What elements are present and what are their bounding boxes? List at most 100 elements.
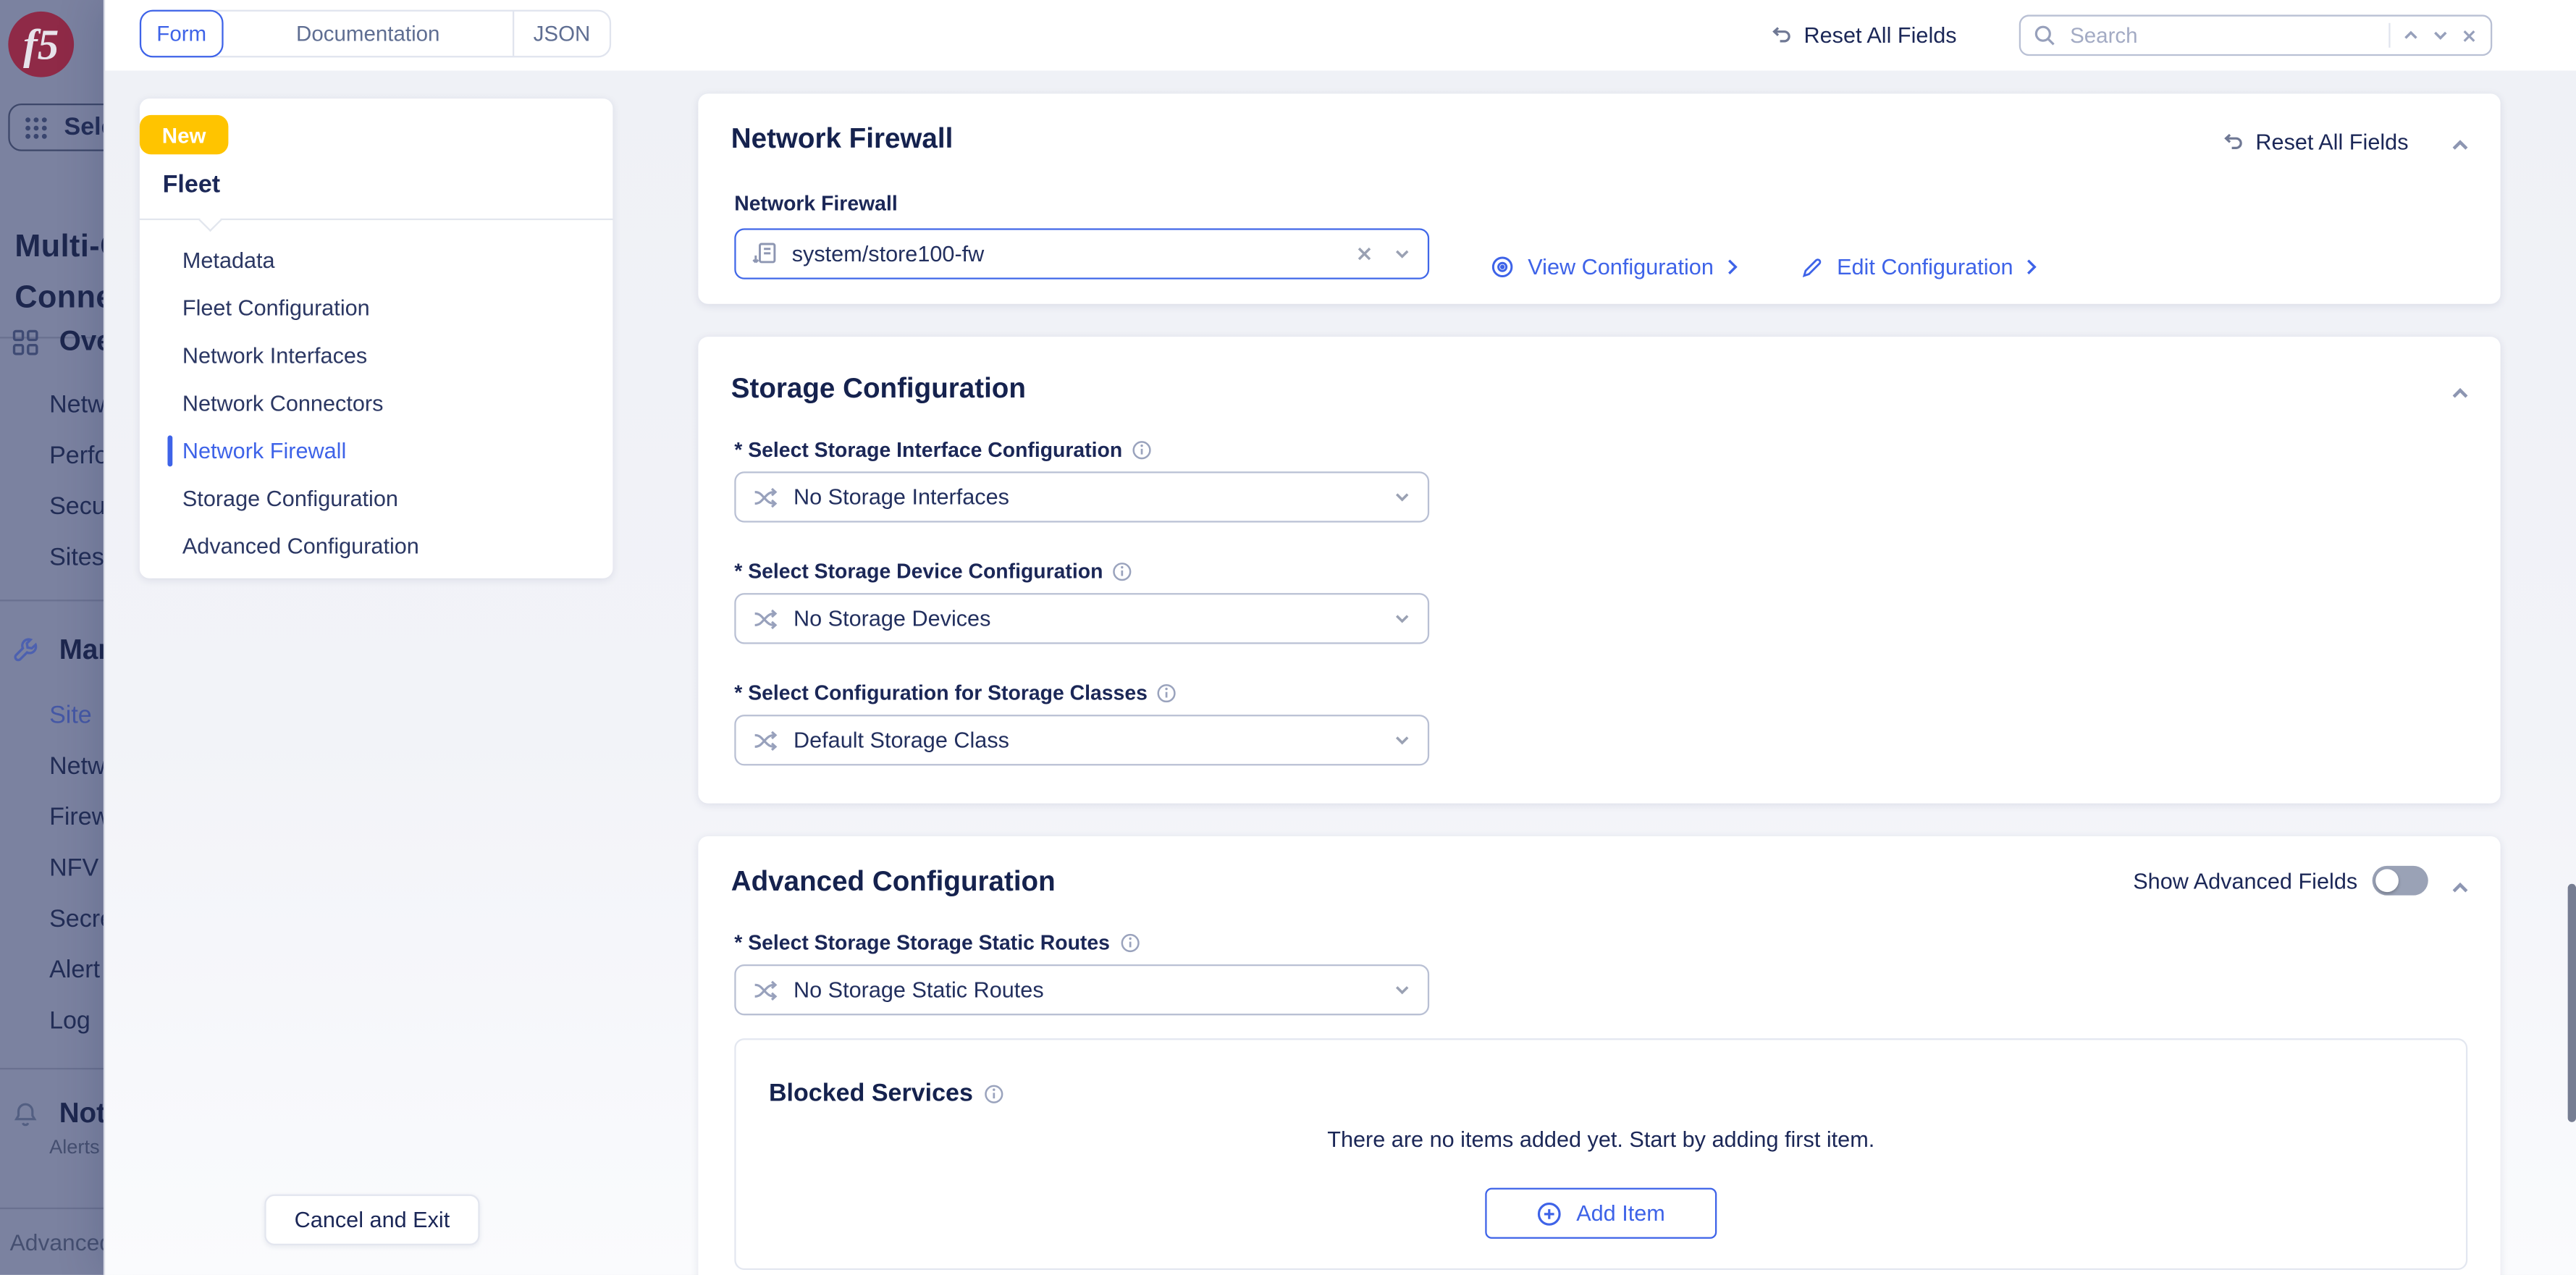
clear-selection-icon[interactable] (1355, 245, 1373, 263)
nav-item-metadata[interactable]: Metadata (140, 237, 613, 285)
overview-grid-icon (12, 328, 40, 356)
search-clear-icon[interactable] (2461, 27, 2478, 43)
svg-text:f5: f5 (23, 21, 59, 69)
toggle-label: Show Advanced Fields (2133, 868, 2357, 893)
form-content: New Fleet Metadata Fleet Configuration N… (105, 71, 2576, 1275)
storage-interface-select[interactable]: No Storage Interfaces (734, 471, 1429, 522)
sidebar-item-firewall[interactable]: Firew (49, 799, 104, 835)
sidebar-item-site-management[interactable]: Site (49, 697, 92, 733)
search-prev-icon[interactable] (2402, 26, 2420, 44)
sidebar-item-performance[interactable]: Perfo (49, 437, 104, 474)
edit-configuration-link[interactable]: Edit Configuration (1801, 255, 2037, 279)
collapse-section-icon[interactable] (2449, 878, 2470, 899)
info-icon[interactable] (1113, 562, 1132, 581)
screenshot-viewport: f5 Sele Multi-C Connec Ove (0, 0, 2576, 1275)
sidebar-item-secrets[interactable]: Secre (49, 900, 104, 936)
field-label: * Select Storage Storage Static Routes (734, 932, 1139, 955)
sidebar-item-networking[interactable]: Netw (49, 386, 104, 422)
select-value: No Storage Static Routes (794, 977, 1379, 1002)
tab-form[interactable]: Form (140, 10, 224, 58)
search-box (2019, 14, 2493, 56)
plus-circle-icon (1537, 1200, 1563, 1226)
sidebar-item-label: Noti (59, 1098, 104, 1130)
sidebar-item-networking-manage[interactable]: Netw (49, 747, 104, 783)
field-label: Network Firewall (734, 192, 897, 215)
tab-documentation[interactable]: Documentation (224, 12, 515, 56)
chevron-right-icon (1727, 258, 1738, 276)
info-icon[interactable] (985, 1083, 1004, 1103)
chevron-down-icon[interactable] (1393, 731, 1411, 749)
field-label: * Select Storage Device Configuration (734, 560, 1132, 584)
select-value: No Storage Devices (794, 606, 1379, 631)
new-badge: New (140, 115, 229, 154)
field-label: * Select Storage Interface Configuration (734, 439, 1152, 462)
tab-json[interactable]: JSON (514, 12, 610, 56)
chevron-down-icon[interactable] (1393, 488, 1411, 506)
sidebar-item-nfv[interactable]: NFV (49, 849, 98, 885)
branch-arrows-icon (752, 607, 778, 630)
empty-list-message: There are no items added yet. Start by a… (736, 1127, 2466, 1152)
service-selector-label: Sele (64, 114, 103, 142)
cancel-and-exit-button[interactable]: Cancel and Exit (264, 1195, 479, 1245)
add-item-button[interactable]: Add Item (1485, 1188, 1717, 1239)
blocked-services-box: Blocked Services There are no items adde… (734, 1038, 2467, 1270)
view-icon (1490, 255, 1515, 279)
view-configuration-link[interactable]: View Configuration (1490, 255, 1738, 279)
search-input[interactable] (2067, 21, 2378, 49)
storage-static-routes-select[interactable]: No Storage Static Routes (734, 964, 1429, 1015)
sidebar-item-overview[interactable]: Ove (0, 322, 104, 361)
wrench-icon (12, 636, 40, 665)
app-stage: f5 Sele Multi-C Connec Ove (0, 0, 2576, 1275)
info-icon[interactable] (1120, 933, 1140, 953)
network-firewall-select[interactable]: system/store100-fw (734, 228, 1429, 279)
configuration-links: View Configuration Edit Configuration (1490, 242, 2038, 293)
storage-device-select[interactable]: No Storage Devices (734, 593, 1429, 644)
sidebar-item-notifications[interactable]: Noti (0, 1094, 104, 1133)
service-selector[interactable]: Sele (8, 104, 104, 151)
form-nav-title: Fleet (163, 171, 220, 199)
info-icon[interactable] (1157, 683, 1177, 703)
search-icon (2034, 25, 2055, 46)
branch-arrows-icon (752, 978, 778, 1001)
toggle-knob (2375, 869, 2399, 892)
nav-item-network-firewall[interactable]: Network Firewall (140, 427, 613, 475)
chevron-right-icon (2026, 258, 2038, 276)
section-reset-button[interactable]: Reset All Fields (2219, 130, 2408, 154)
chevron-down-icon[interactable] (1393, 610, 1411, 628)
collapse-section-icon[interactable] (2449, 135, 2470, 156)
reset-all-fields-button[interactable]: Reset All Fields (1768, 0, 1957, 71)
nav-item-storage-configuration[interactable]: Storage Configuration (140, 475, 613, 523)
section-title: Advanced Configuration (731, 866, 1056, 899)
sidebar-item-manage[interactable]: Man (0, 631, 104, 670)
notifications-sublabel: Alerts (49, 1135, 100, 1158)
nav-item-advanced-configuration[interactable]: Advanced Configuration (140, 523, 613, 571)
select-value: No Storage Interfaces (794, 484, 1379, 509)
sidebar-divider (0, 1068, 104, 1069)
f5-logo: f5 (7, 10, 75, 79)
collapse-section-icon[interactable] (2449, 383, 2470, 404)
branch-arrows-icon (752, 486, 778, 509)
nav-item-network-interfaces[interactable]: Network Interfaces (140, 332, 613, 379)
info-icon[interactable] (1132, 440, 1152, 460)
sidebar-item-logs[interactable]: Log (49, 1002, 91, 1038)
edit-pencil-icon (1801, 256, 1824, 279)
search-next-icon[interactable] (2431, 26, 2449, 44)
nav-item-fleet-configuration[interactable]: Fleet Configuration (140, 285, 613, 332)
show-advanced-fields-toggle[interactable] (2373, 866, 2428, 896)
sidebar-item-advanced[interactable]: Advanced (10, 1229, 104, 1255)
app-sidebar: f5 Sele Multi-C Connec Ove (0, 0, 104, 1275)
nav-item-network-connectors[interactable]: Network Connectors (140, 379, 613, 427)
vertical-scrollbar-thumb[interactable] (2568, 884, 2576, 1122)
advanced-configuration-section: Advanced Configuration Show Advanced Fie… (698, 836, 2500, 1275)
sidebar-item-alerts[interactable]: Alert (49, 951, 100, 988)
sidebar-item-security[interactable]: Secu (49, 488, 104, 524)
storage-configuration-section: Storage Configuration * Select Storage I… (698, 337, 2500, 803)
chevron-down-icon[interactable] (1393, 981, 1411, 999)
sidebar-item-sites[interactable]: Sites (49, 539, 104, 575)
chevron-down-icon[interactable] (1393, 245, 1411, 263)
sidebar-title-line1: Multi-C (14, 230, 104, 266)
search-divider (2388, 23, 2390, 48)
storage-class-select[interactable]: Default Storage Class (734, 715, 1429, 765)
form-overlay-panel: Form Documentation JSON Reset All Fields (104, 0, 2576, 1275)
section-reset-label: Reset All Fields (2255, 130, 2408, 154)
